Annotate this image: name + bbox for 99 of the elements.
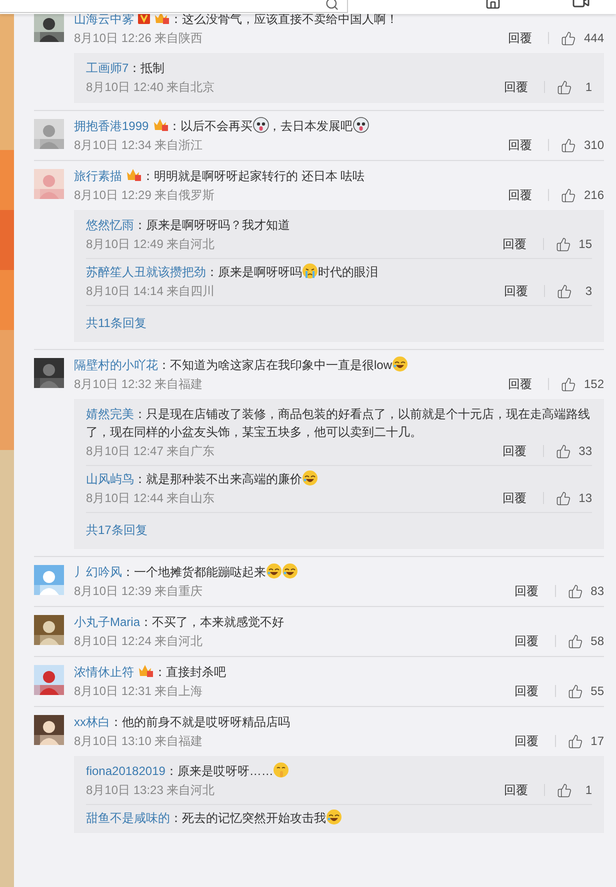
comment-meta: 8月10日 12:31 来自上海 — [74, 683, 203, 700]
comment-meta: 8月10日 12:47 来自广东 — [86, 443, 215, 460]
like-count: 17 — [590, 733, 604, 750]
reply-button[interactable]: 回覆 — [500, 282, 532, 300]
like-count: 216 — [584, 187, 604, 204]
comment-text: 小丸子Maria：不买了，本来就感觉不好 — [74, 614, 286, 631]
like-count: 3 — [584, 283, 592, 300]
comment-meta: 8月10日 12:32 来自福建 — [74, 376, 203, 393]
comment-text: 苏醉笙人丑就该攒把劲：原来是啊呀呀吗 时代的眼泪 — [86, 263, 379, 281]
comment-meta: 8月10日 14:14 来自四川 — [86, 283, 215, 300]
thumbs-up-icon[interactable] — [560, 138, 576, 152]
like-count: 33 — [578, 443, 592, 460]
crying-emoji-icon — [302, 263, 318, 279]
reply-button[interactable]: 回覆 — [510, 632, 543, 650]
comment-meta: 8月10日 12:29 来自俄罗斯 — [74, 187, 215, 204]
comment-text: 旅行素描 ：明明就是啊呀呀起家转行的 还日本 呿呿 — [74, 167, 366, 185]
reply-button[interactable]: 回覆 — [500, 78, 532, 96]
user-name-link[interactable]: 小丸子Maria — [74, 615, 140, 629]
shushing-emoji-icon — [273, 762, 290, 778]
laughing-emoji-icon — [392, 356, 408, 372]
like-count: 15 — [578, 236, 592, 253]
crown-badge-icon — [126, 168, 142, 182]
comment-text: 工画师7：抵制 — [86, 60, 166, 77]
user-name-link[interactable]: 浓情休止符 — [74, 665, 134, 679]
comment-text: 拥抱香港1999 ：以后不会再买 ，去日本发展吧 — [74, 117, 604, 135]
comment-meta: 8月10日 13:10 来自福建 — [74, 733, 203, 750]
laughing-emoji-icon — [266, 563, 282, 579]
thumbs-up-icon[interactable] — [568, 734, 583, 748]
user-name-link[interactable]: 隔壁村的小吖花 — [74, 358, 158, 372]
comment-text: 甜鱼不是咸味的：死去的记忆突然开始攻击我 — [86, 809, 592, 827]
thumbs-up-icon[interactable] — [568, 584, 583, 598]
comment-text: 隔壁村的小吖花：不知道为啥这家店在我印象中一直是很low — [74, 356, 604, 374]
laughing-emoji-icon — [326, 809, 342, 825]
like-count: 58 — [590, 633, 604, 650]
dog-face-icon — [252, 117, 269, 133]
user-name-link[interactable]: 拥抱香港1999 — [74, 119, 149, 133]
comment-text: 山风屿鸟：就是那种装不出来高端的廉价 — [86, 470, 592, 488]
crown-badge-icon — [152, 118, 169, 132]
more-replies-link[interactable]: 共11条回复 — [86, 316, 146, 330]
user-name-link[interactable]: 旅行素描 — [74, 169, 122, 183]
user-name-link[interactable]: xx林白 — [74, 715, 110, 729]
user-name-link[interactable]: 山风屿鸟 — [86, 472, 134, 486]
comment-meta: 8月10日 13:23 来自河北 — [86, 782, 215, 799]
like-count: 13 — [578, 490, 592, 507]
laughing-emoji-icon — [282, 563, 298, 579]
dog-face-icon — [352, 117, 369, 133]
comment-text: 浓情休止符 ：直接封杀吧 — [74, 663, 227, 681]
comment-meta: 8月10日 12:34 来自浙江 — [74, 137, 203, 154]
thumbs-up-icon[interactable] — [557, 80, 572, 94]
crown-badge-icon — [138, 664, 154, 678]
reply-button[interactable]: 回覆 — [504, 29, 536, 47]
reply-button[interactable]: 回覆 — [498, 489, 531, 507]
like-count: 310 — [584, 137, 604, 154]
thumbs-up-icon[interactable] — [557, 782, 572, 798]
thumbs-up-icon[interactable] — [557, 284, 572, 298]
user-name-link[interactable]: 苏醉笙人丑就该攒把劲 — [86, 265, 206, 279]
like-count: 83 — [590, 583, 604, 600]
comment-meta: 8月10日 12:39 来自重庆 — [74, 583, 203, 600]
user-name-link[interactable]: 甜鱼不是咸味的 — [86, 811, 170, 825]
thumbs-up-icon[interactable] — [556, 236, 571, 252]
reply-button[interactable]: 回覆 — [504, 375, 536, 393]
comment-meta: 8月10日 12:49 来自河北 — [86, 236, 215, 253]
comment-text: 丿幻吟风：一个地摊货都能蹦哒起来 — [74, 563, 604, 581]
comment-text: xx林白：他的前身不就是哎呀呀精品店吗 — [74, 714, 291, 731]
reply-button[interactable]: 回覆 — [510, 682, 543, 700]
reply-button[interactable]: 回覆 — [498, 442, 531, 460]
user-name-link[interactable]: 丿幻吟风 — [74, 565, 122, 579]
comment-meta: 8月10日 12:40 来自北京 — [86, 79, 215, 96]
comment-text: fiona20182019：原来是哎呀呀…… — [86, 762, 592, 780]
user-name-link[interactable]: 工画师7 — [86, 61, 129, 75]
more-replies-link[interactable]: 共17条回复 — [86, 523, 148, 537]
comment-meta: 8月10日 12:26 来自陕西 — [74, 30, 203, 47]
user-name-link[interactable]: fiona20182019 — [86, 764, 166, 778]
comment-meta: 8月10日 12:44 来自山东 — [86, 490, 215, 507]
like-count: 1 — [584, 79, 592, 96]
thumbs-up-icon[interactable] — [560, 188, 576, 202]
reply-button[interactable]: 回覆 — [510, 732, 543, 750]
reply-button[interactable]: 回覆 — [500, 781, 532, 799]
thumbs-up-icon[interactable] — [560, 376, 576, 392]
comment-text: 婧然完美：只是现在店铺改了装修，商品包装的好看点了，以前就是个十元店，现在走高端路线了，现在同样的小盆友头饰，某宝五块多，他可以卖到二十几。 — [86, 406, 591, 441]
like-count: 152 — [584, 376, 604, 393]
comment-meta: 8月10日 12:24 来自河北 — [74, 633, 203, 650]
thumbs-up-icon[interactable] — [556, 490, 571, 506]
search-icon[interactable] — [325, 0, 339, 11]
like-count: 55 — [590, 683, 604, 700]
reply-button[interactable]: 回覆 — [504, 186, 536, 204]
user-name-link[interactable]: 悠然忆雨 — [86, 218, 134, 232]
like-count: 1 — [584, 782, 592, 799]
thumbs-up-icon[interactable] — [568, 684, 583, 698]
reply-button[interactable]: 回覆 — [498, 235, 531, 253]
comment-text: 悠然忆雨：原来是啊呀呀吗？我才知道 — [86, 217, 291, 234]
thumbs-up-icon[interactable] — [560, 30, 576, 46]
like-count: 444 — [584, 30, 604, 47]
thumbs-up-icon[interactable] — [568, 634, 583, 648]
user-name-link[interactable]: 婧然完美 — [86, 407, 134, 421]
reply-button[interactable]: 回覆 — [504, 136, 536, 154]
reply-button[interactable]: 回覆 — [510, 582, 543, 600]
thumbs-up-icon[interactable] — [556, 444, 571, 458]
laughing-emoji-icon — [302, 470, 318, 486]
